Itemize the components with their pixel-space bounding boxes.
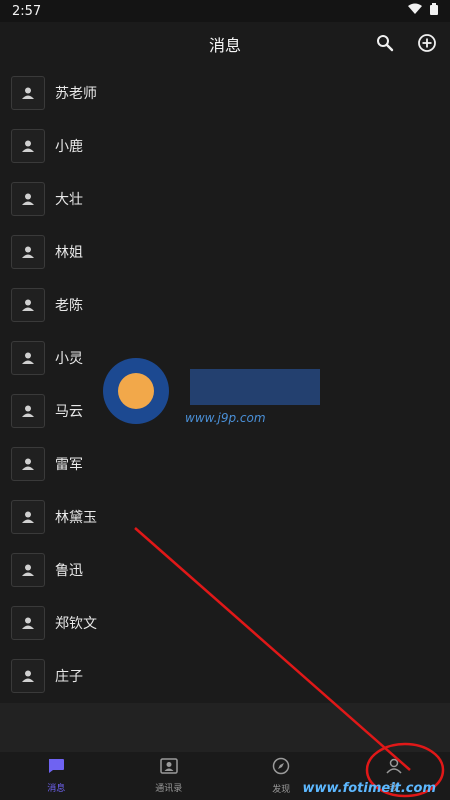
avatar-icon — [11, 446, 45, 481]
nav-label: 消息 — [47, 784, 66, 794]
list-item[interactable]: 林姐 — [0, 225, 450, 278]
avatar-icon — [11, 499, 45, 534]
nav-item-me[interactable]: 我 — [338, 752, 450, 800]
contact-name: 马云 — [55, 403, 83, 420]
search-icon[interactable] — [374, 32, 396, 54]
contact-name: 鲁迅 — [55, 562, 83, 579]
nav-label: 通讯录 — [155, 784, 183, 794]
status-bar: 2:57 — [0, 0, 450, 22]
nav-item-discover[interactable]: 发现 — [225, 752, 338, 800]
list-item[interactable]: 老陈 — [0, 278, 450, 331]
list-footer-area — [0, 703, 450, 752]
contacts-icon — [160, 758, 178, 778]
profile-icon — [385, 758, 403, 778]
page-title: 消息 — [208, 36, 241, 55]
avatar-icon — [11, 605, 45, 640]
avatar-icon — [11, 128, 45, 163]
conversation-list: 苏老师 小鹿 大壮 林姐 老陈 小灵 马云 雷军 林黛玉 鲁迅 郑钦文 庄子 — [0, 66, 450, 702]
list-item[interactable]: 小鹿 — [0, 119, 450, 172]
list-item[interactable]: 庄子 — [0, 649, 450, 702]
contact-name: 大壮 — [55, 191, 83, 208]
list-item[interactable]: 郑钦文 — [0, 596, 450, 649]
bottom-nav: 消息 通讯录 发现 我 — [0, 752, 450, 800]
nav-label: 我 — [389, 784, 399, 794]
contact-name: 老陈 — [55, 297, 83, 314]
nav-item-contacts[interactable]: 通讯录 — [113, 752, 226, 800]
contact-name: 小灵 — [55, 350, 83, 367]
nav-item-messages[interactable]: 消息 — [0, 752, 113, 800]
avatar-icon — [11, 340, 45, 375]
status-time: 2:57 — [12, 3, 42, 19]
avatar-icon — [11, 658, 45, 693]
list-item[interactable]: 雷军 — [0, 437, 450, 490]
list-item[interactable]: 小灵 — [0, 331, 450, 384]
app-bar: 消息 — [0, 22, 450, 66]
avatar-icon — [11, 75, 45, 110]
contact-name: 林黛玉 — [55, 509, 97, 526]
wifi-icon — [408, 3, 422, 19]
avatar-icon — [11, 234, 45, 269]
list-item[interactable]: 鲁迅 — [0, 543, 450, 596]
avatar-icon — [11, 181, 45, 216]
contact-name: 小鹿 — [55, 138, 83, 155]
chat-icon — [47, 758, 65, 778]
contact-name: 雷军 — [55, 456, 83, 473]
contact-name: 郑钦文 — [55, 615, 97, 632]
nav-label: 发现 — [272, 785, 291, 795]
contact-name: 庄子 — [55, 668, 83, 685]
discover-icon — [272, 757, 290, 779]
watermark-url: www.j9p.com — [185, 411, 266, 425]
list-item[interactable]: 林黛玉 — [0, 490, 450, 543]
avatar-icon — [11, 552, 45, 587]
avatar-icon — [11, 287, 45, 322]
contact-name: 林姐 — [55, 244, 83, 261]
contact-name: 苏老师 — [55, 85, 97, 102]
list-item[interactable]: 苏老师 — [0, 66, 450, 119]
add-circle-icon[interactable] — [416, 32, 438, 54]
list-item[interactable]: 大壮 — [0, 172, 450, 225]
avatar-icon — [11, 393, 45, 428]
battery-icon — [430, 3, 438, 19]
